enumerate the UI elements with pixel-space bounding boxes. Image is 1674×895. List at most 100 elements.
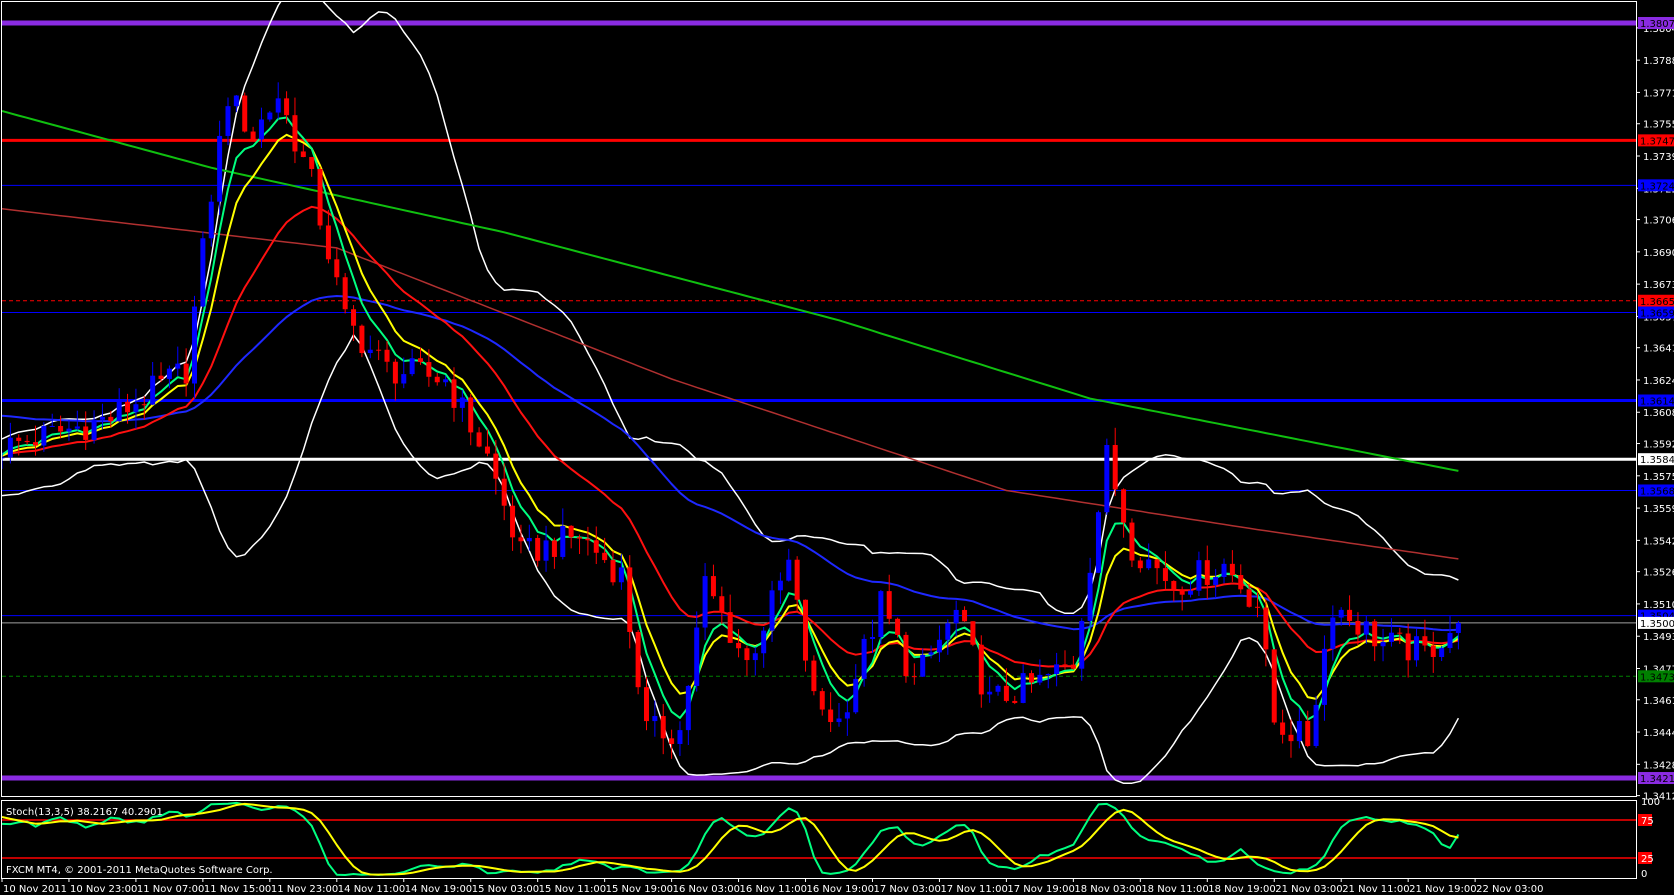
candle-body xyxy=(376,349,382,351)
candle xyxy=(878,589,884,645)
candle-body xyxy=(1330,617,1336,649)
candle-body xyxy=(535,537,541,561)
candle-body xyxy=(761,630,767,654)
candle-body xyxy=(1196,560,1202,591)
candle-body xyxy=(258,119,264,140)
candle-body xyxy=(1137,560,1143,569)
time-axis: 10 Nov 2011 10 Nov 23:00 11 Nov 07:00 11 No… xyxy=(1,878,1636,895)
time-axis-label: 22 Nov 03:00 xyxy=(1476,884,1543,895)
candle-body xyxy=(1012,700,1018,703)
candle-body xyxy=(32,442,38,446)
candle-body xyxy=(1154,559,1160,569)
candle-body xyxy=(1179,589,1185,595)
time-axis-label: 11 Nov 07:00 xyxy=(137,884,204,895)
candle xyxy=(342,273,348,314)
candle-body xyxy=(342,277,348,310)
candle-body xyxy=(1070,664,1076,669)
candle-body xyxy=(459,397,465,408)
candle-body xyxy=(602,552,608,561)
candle xyxy=(1129,518,1135,568)
candle-body xyxy=(58,425,64,432)
time-axis-label: 14 Nov 19:00 xyxy=(405,884,472,895)
candle-body xyxy=(7,437,13,458)
price-tag-label: 1.38070 xyxy=(1640,19,1674,30)
price-axis-label: 1.35920 xyxy=(1643,440,1674,451)
time-axis-label: 11 Nov 15:00 xyxy=(204,884,271,895)
candle-body xyxy=(1229,563,1235,576)
candle-body xyxy=(677,730,683,744)
candle-body xyxy=(585,538,591,541)
candle-body xyxy=(317,168,323,226)
candle-body xyxy=(744,648,750,661)
candle-body xyxy=(752,653,758,661)
candle-body xyxy=(443,379,449,383)
candle-body xyxy=(1095,512,1101,573)
time-axis-label: 16 Nov 19:00 xyxy=(807,884,874,895)
price-axis-label: 1.37715 xyxy=(1643,88,1674,99)
candle-body xyxy=(1162,568,1168,582)
candle-body xyxy=(1054,664,1060,675)
candle-body xyxy=(426,362,432,377)
time-axis-label: 15 Nov 03:00 xyxy=(472,884,539,895)
candle-body xyxy=(284,98,290,116)
candle-body xyxy=(518,537,524,542)
price-axis-label: 1.34445 xyxy=(1643,728,1674,739)
candle-body xyxy=(166,368,172,379)
candle-body xyxy=(384,349,390,362)
candle-body xyxy=(1405,633,1411,661)
candle-body xyxy=(1213,576,1219,585)
price-axis-label: 1.34610 xyxy=(1643,696,1674,707)
candle-body xyxy=(577,537,583,539)
candle-body xyxy=(510,505,516,538)
candle-body xyxy=(694,627,700,686)
candle-body xyxy=(409,358,415,375)
candle xyxy=(1104,438,1110,515)
price-chart[interactable]: 1.380451.378801.377151.375551.373901.372… xyxy=(0,0,1674,895)
candle-body xyxy=(300,151,306,158)
candle-body xyxy=(643,687,649,722)
candle-body xyxy=(16,437,22,441)
time-axis-label: 17 Nov 19:00 xyxy=(1007,884,1074,895)
candle-body xyxy=(476,432,482,447)
candle-body xyxy=(777,580,783,591)
candle-body xyxy=(242,95,248,132)
candle-body xyxy=(334,259,340,278)
candle-body xyxy=(1045,674,1051,676)
candle-body xyxy=(903,634,909,677)
candle-body xyxy=(1288,734,1294,742)
price-axis-label: 1.37065 xyxy=(1643,216,1674,227)
price-axis: 1.380451.378801.377151.375551.373901.372… xyxy=(1636,24,1674,880)
candle-body xyxy=(451,379,457,408)
candle-body xyxy=(719,596,725,613)
candle-body xyxy=(895,618,901,635)
candle-body xyxy=(1422,636,1428,646)
time-axis-label: 17 Nov 11:00 xyxy=(940,884,1007,895)
candle-body xyxy=(610,560,616,583)
candle-body xyxy=(769,590,775,631)
candle-body xyxy=(125,401,131,413)
candle-body xyxy=(367,349,373,354)
candle xyxy=(895,617,901,638)
candle-body xyxy=(702,576,708,628)
candle-body xyxy=(116,401,122,422)
candle xyxy=(811,655,817,696)
candle-body xyxy=(970,621,976,645)
time-axis-label: 18 Nov 03:00 xyxy=(1074,884,1141,895)
candle-body xyxy=(710,576,716,597)
candle xyxy=(635,629,641,695)
candle xyxy=(1095,510,1101,574)
candle-body xyxy=(292,115,298,152)
candle-body xyxy=(83,426,89,440)
price-axis-label: 1.36245 xyxy=(1643,376,1674,387)
candle xyxy=(242,92,248,133)
time-axis-label: 16 Nov 11:00 xyxy=(740,884,807,895)
price-axis-label: 1.35100 xyxy=(1643,600,1674,611)
candle-body xyxy=(669,738,675,744)
price-tag-label: 1.35840 xyxy=(1640,455,1674,466)
time-axis-label: 11 Nov 23:00 xyxy=(271,884,338,895)
candle-body xyxy=(1430,645,1436,657)
candle-body xyxy=(275,98,281,113)
candle-body xyxy=(192,306,198,384)
candle-body xyxy=(660,716,666,739)
candle-body xyxy=(627,567,633,632)
